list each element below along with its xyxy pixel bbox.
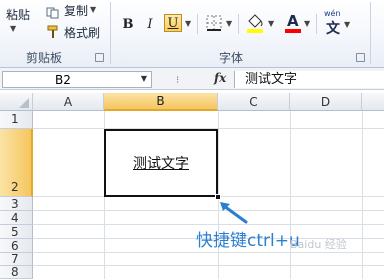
gridline bbox=[33, 224, 384, 225]
row-header-5[interactable]: 5 bbox=[0, 225, 33, 239]
column-header-c[interactable]: C bbox=[218, 93, 290, 111]
underline-dropdown-icon[interactable]: ▼ bbox=[185, 19, 191, 28]
svg-text:A: A bbox=[287, 12, 299, 30]
borders-dropdown-icon[interactable]: ▼ bbox=[226, 19, 232, 28]
excel-window: { "ribbon": { "paste_label": "粘贴", "copy… bbox=[0, 0, 384, 279]
font-dialog-launcher-icon[interactable] bbox=[356, 53, 365, 62]
format-painter-label[interactable]: 格式刷 bbox=[64, 24, 100, 41]
font-color-dropdown-icon[interactable]: ▼ bbox=[304, 19, 310, 28]
copy-icon[interactable] bbox=[46, 4, 60, 19]
clipboard-dialog-launcher-icon[interactable] bbox=[95, 53, 104, 62]
ribbon: 粘贴 ▼ 复制 ▼ 格式刷 剪贴板 B I U ▼ ▼ ▼ A ▼ wén 文 … bbox=[0, 0, 384, 68]
column-header-a[interactable]: A bbox=[33, 93, 104, 111]
row-header-1[interactable]: 1 bbox=[0, 111, 33, 129]
font-color-icon[interactable]: A bbox=[284, 12, 302, 34]
row-header-4[interactable]: 4 bbox=[0, 211, 33, 225]
cell-b2[interactable]: 测试文字 bbox=[104, 129, 218, 197]
format-painter-icon[interactable] bbox=[46, 24, 60, 38]
group-divider bbox=[110, 2, 111, 64]
font-group-label: 字体 bbox=[219, 51, 244, 65]
column-header-e[interactable] bbox=[362, 93, 384, 111]
watermark: Baidu 经验 bbox=[290, 238, 347, 251]
shortcut-caption: 快捷键ctrl+u bbox=[196, 231, 300, 251]
select-all-corner[interactable] bbox=[0, 93, 33, 111]
name-box-dropdown-icon[interactable]: ▼ bbox=[141, 74, 147, 83]
group-divider bbox=[370, 2, 371, 64]
copy-button-label[interactable]: 复制 bbox=[64, 2, 88, 19]
gridline bbox=[362, 111, 363, 279]
underline-button[interactable]: U bbox=[164, 14, 182, 32]
gridline bbox=[33, 210, 384, 211]
italic-button[interactable]: I bbox=[141, 15, 159, 33]
toolbar-divider bbox=[197, 14, 198, 34]
formula-bar: B2 ▼ ⁝ fx 测试文字 bbox=[0, 68, 384, 90]
toolbar-divider bbox=[316, 14, 317, 34]
insert-function-icon[interactable]: fx bbox=[214, 71, 226, 85]
copy-dropdown-icon[interactable]: ▼ bbox=[90, 5, 96, 14]
paste-dropdown-icon[interactable]: ▼ bbox=[10, 24, 16, 33]
toolbar-divider bbox=[238, 14, 239, 34]
cell-b2-text: 测试文字 bbox=[133, 156, 189, 172]
phonetic-dropdown-icon[interactable]: ▼ bbox=[344, 20, 350, 29]
annotation-arrow-icon bbox=[220, 202, 248, 224]
column-header-d[interactable]: D bbox=[290, 93, 362, 111]
fill-color-icon[interactable] bbox=[245, 12, 265, 34]
row-header-6[interactable]: 6 bbox=[0, 239, 33, 253]
phonetic-guide-icon[interactable]: 文 bbox=[326, 18, 340, 38]
spreadsheet-grid[interactable]: A B C D 1 2 3 4 5 6 7 8 测试文字 快捷键ctrl+u B… bbox=[0, 93, 384, 279]
formula-bar-grip-icon[interactable]: ⁝ bbox=[176, 75, 179, 86]
phonetic-guide-label[interactable]: wén bbox=[324, 9, 341, 18]
row-header-3[interactable]: 3 bbox=[0, 197, 33, 211]
fill-color-dropdown-icon[interactable]: ▼ bbox=[268, 19, 274, 28]
name-box[interactable]: B2 ▼ bbox=[2, 71, 152, 88]
row-header-8[interactable]: 8 bbox=[0, 265, 33, 279]
clipboard-group-label: 剪贴板 bbox=[26, 51, 63, 65]
name-box-value: B2 bbox=[55, 73, 71, 87]
gridline bbox=[33, 252, 384, 253]
column-header-b[interactable]: B bbox=[104, 93, 218, 111]
formula-input[interactable]: 测试文字 bbox=[234, 71, 384, 88]
bold-button[interactable]: B bbox=[119, 15, 137, 33]
row-header-2[interactable]: 2 bbox=[0, 129, 33, 197]
paste-button-label[interactable]: 粘贴 bbox=[6, 6, 30, 23]
borders-icon[interactable] bbox=[204, 13, 224, 35]
gridline bbox=[290, 111, 291, 279]
gridline bbox=[33, 265, 384, 266]
